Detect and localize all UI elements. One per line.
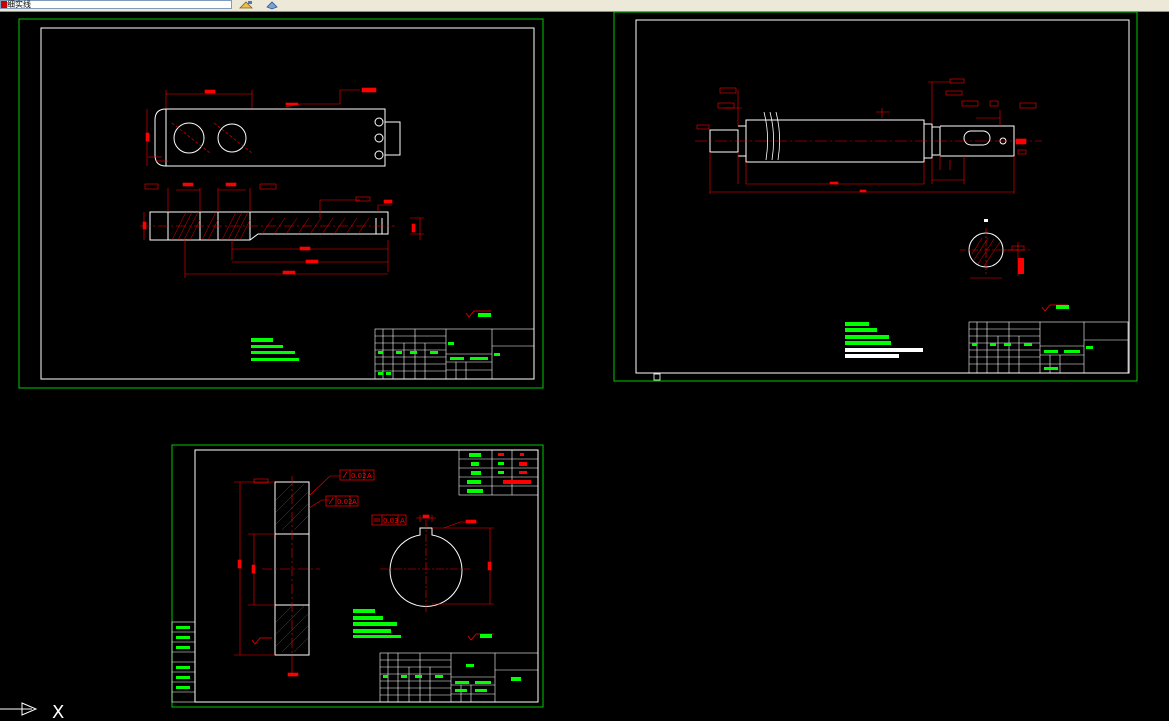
- layer-previous-icon[interactable]: [264, 0, 280, 10]
- geometric-tolerance-frame-2: 0.02 A: [325, 495, 359, 507]
- drawing-sheet-lever[interactable]: [18, 18, 544, 389]
- roughness-symbol: [467, 633, 494, 641]
- title-block: [379, 652, 539, 703]
- tolerance-value-1: 0.02: [351, 472, 367, 480]
- ucs-x-label: X: [52, 702, 64, 721]
- title-block: [968, 321, 1129, 374]
- title-block: [374, 328, 535, 380]
- roughness-symbol: [1041, 304, 1069, 312]
- layer-dropdown-value: 细实线: [7, 0, 31, 9]
- drawing-sheet-gear[interactable]: 0.02 A 0.02 A 0.03 A: [171, 444, 544, 708]
- datum-letter-3: A: [400, 517, 405, 525]
- datum-letter-2: A: [352, 498, 357, 506]
- tolerance-value-3: 0.03: [383, 517, 399, 525]
- layer-toolbar: 细实线: [0, 0, 1169, 12]
- shaft-thread-break: [763, 111, 780, 161]
- geometric-tolerance-frame-1: 0.02 A: [339, 469, 375, 481]
- gear-bore-view: 0.03 A: [371, 514, 494, 612]
- technical-notes: [845, 322, 923, 358]
- shaft-dimensions: [696, 78, 1037, 194]
- technical-notes: [353, 609, 401, 638]
- layer-dropdown[interactable]: 细实线: [0, 0, 232, 9]
- lever-section-view: [140, 182, 424, 278]
- roughness-symbol: [251, 637, 272, 645]
- geometric-tolerance-frame-3: 0.03 A: [371, 514, 407, 526]
- datum-letter-1: A: [367, 472, 372, 480]
- ucs-icon: X: [0, 702, 64, 721]
- gear-section-view: 0.02 A 0.02 A: [234, 469, 375, 677]
- make-object-layer-current-icon[interactable]: [238, 0, 254, 10]
- left-margin-table: [171, 621, 196, 703]
- drawing-sheet-shaft[interactable]: [613, 12, 1138, 382]
- technical-notes: [251, 338, 299, 361]
- roughness-symbol: [465, 310, 491, 318]
- lever-top-dimensions: [145, 87, 377, 166]
- model-space-canvas[interactable]: 0.02 A 0.02 A 0.03 A: [0, 12, 1169, 721]
- lever-top-view: [154, 108, 401, 167]
- shaft-key-section: [960, 219, 1030, 279]
- tolerance-value-2: 0.02: [337, 498, 353, 506]
- gear-parameter-table: [458, 449, 539, 496]
